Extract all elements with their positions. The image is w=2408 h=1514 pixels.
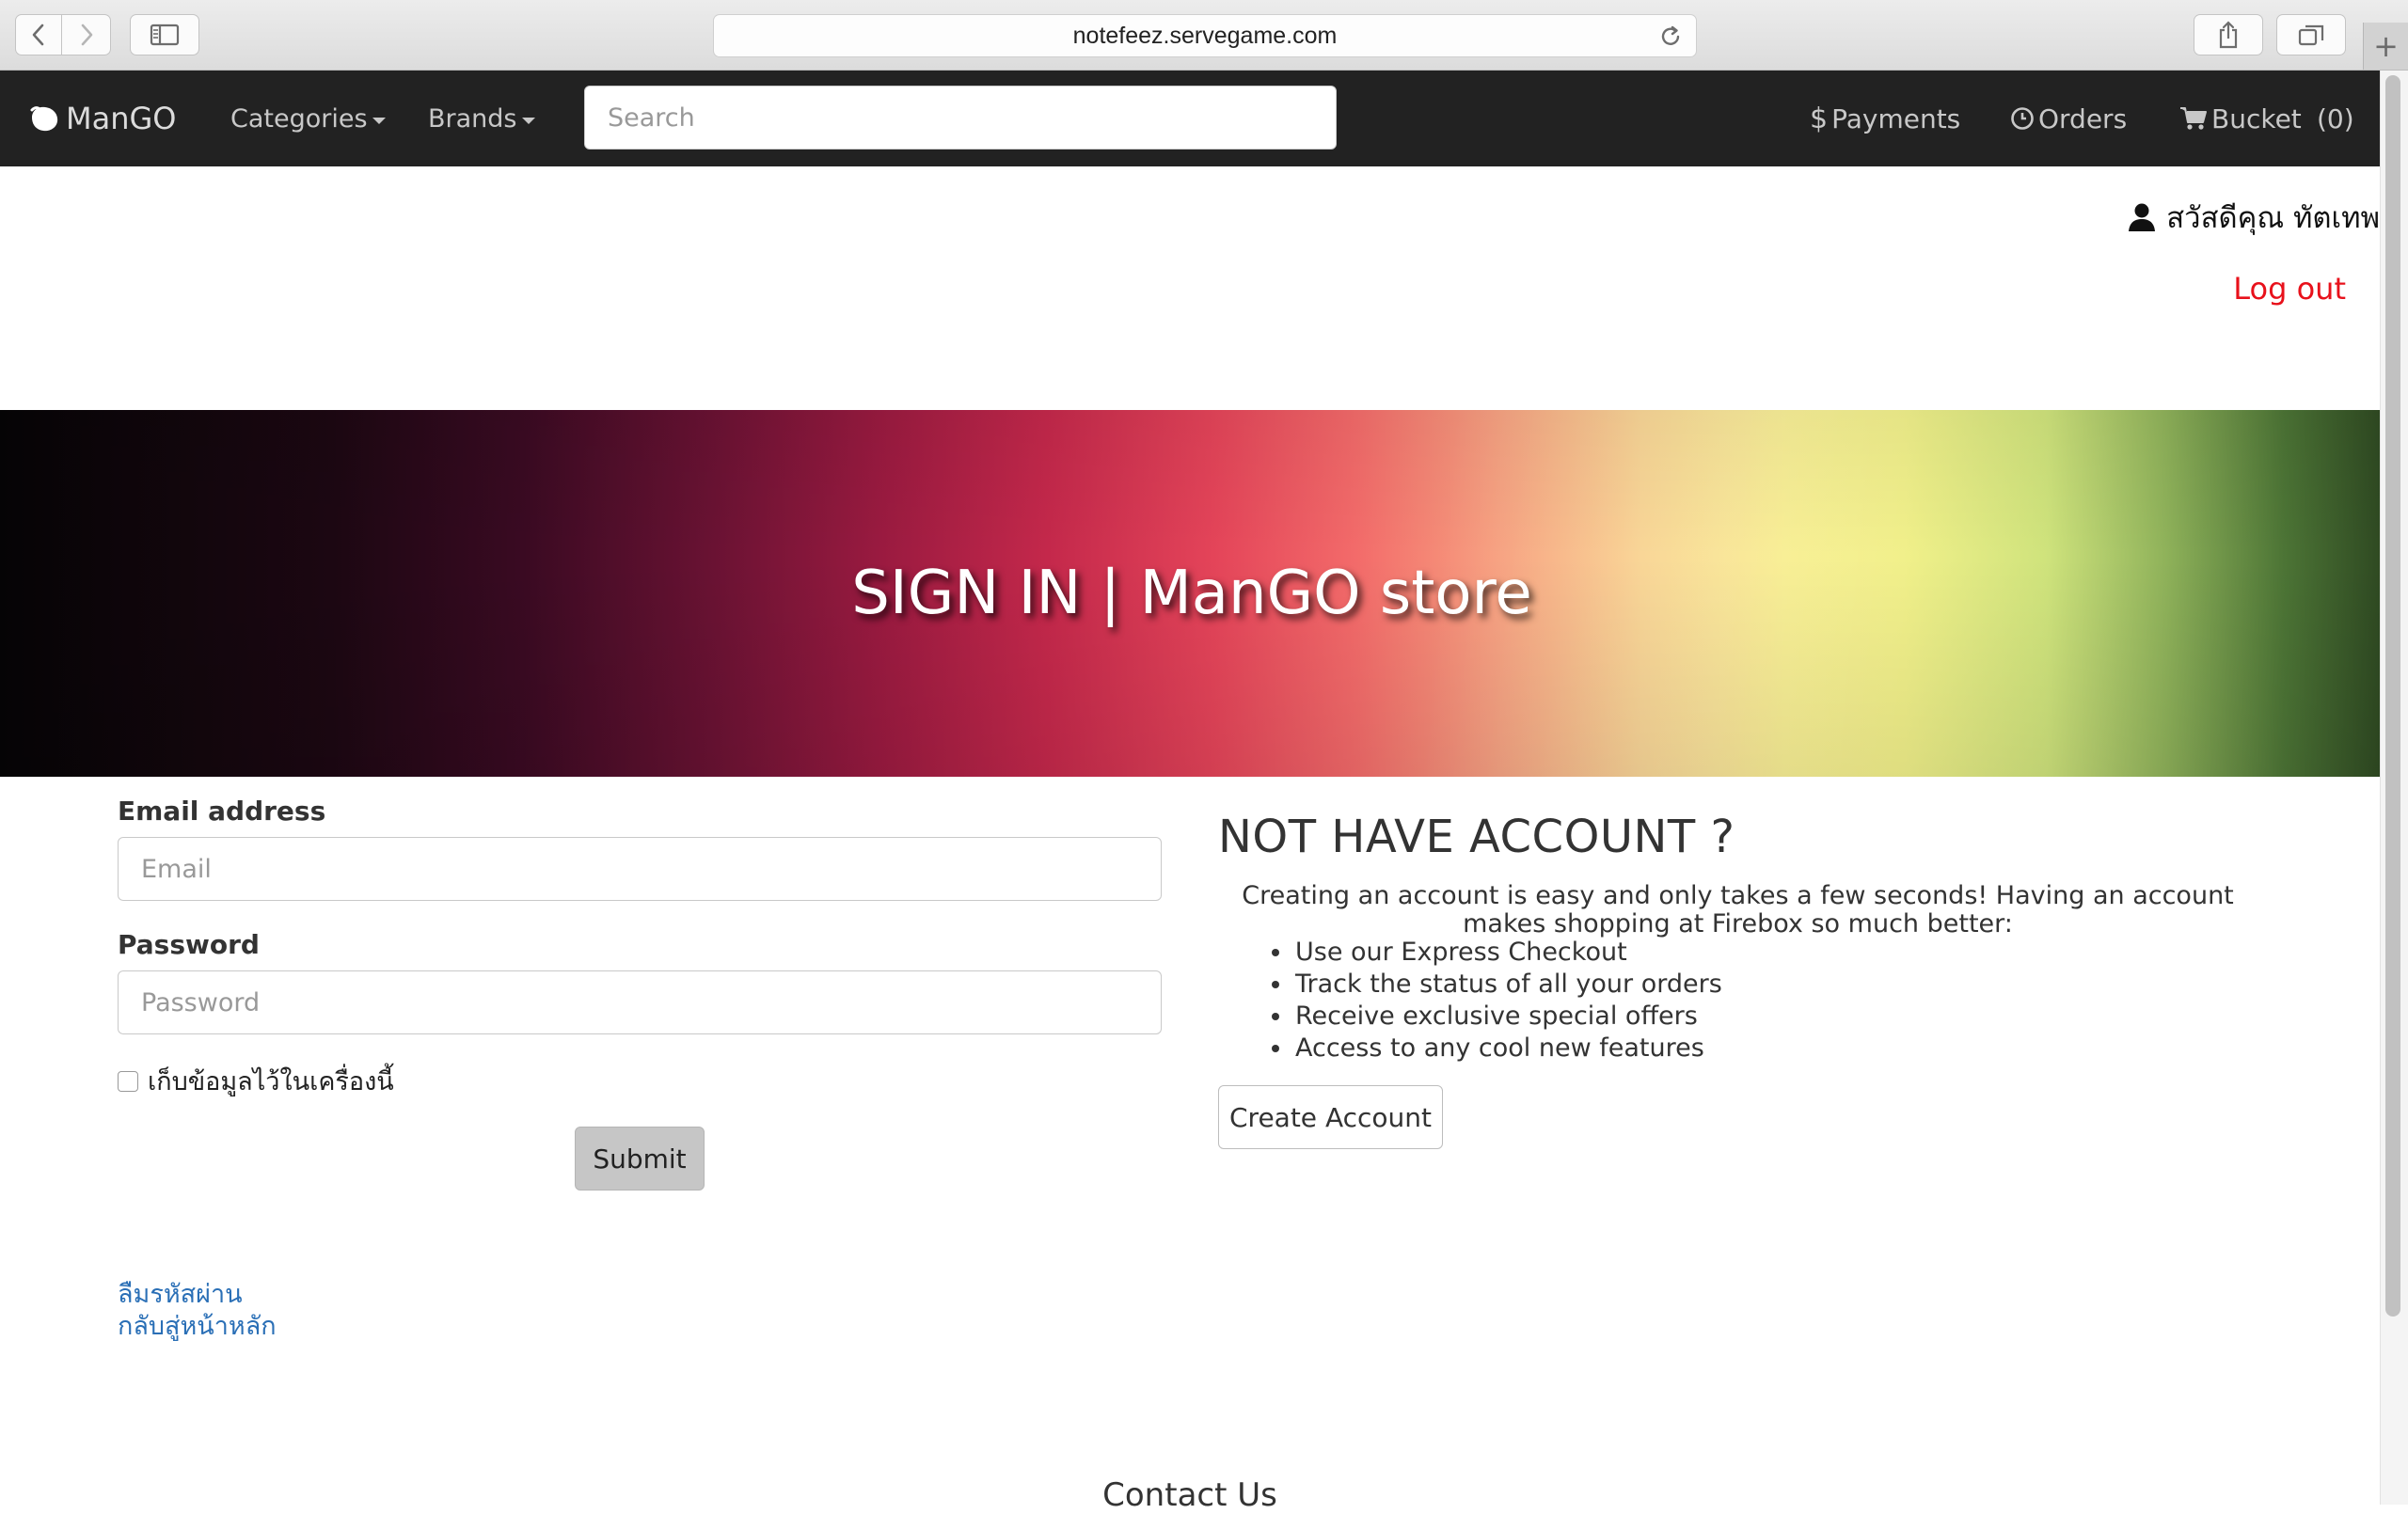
remember-me-checkbox[interactable] xyxy=(118,1070,138,1092)
list-item: Access to any cool new features xyxy=(1293,1033,1722,1065)
greeting-text: สวัสดีคุณ ทัตเทพ xyxy=(2166,201,2380,235)
email-field[interactable] xyxy=(118,837,1162,901)
url-text: notefeez.servegame.com xyxy=(1072,23,1338,49)
brands-dropdown[interactable]: Brands xyxy=(428,71,535,166)
list-item: Track the status of all your orders xyxy=(1293,969,1722,1001)
shopping-cart-icon xyxy=(2180,107,2207,130)
dollar-icon: $ xyxy=(1810,102,1829,135)
sidebar-icon xyxy=(150,24,180,46)
share-button[interactable] xyxy=(2194,14,2263,55)
logout-link[interactable]: Log out xyxy=(2233,271,2346,307)
browser-toolbar: notefeez.servegame.com + xyxy=(0,0,2408,71)
scrollbar-thumb[interactable] xyxy=(2385,75,2400,1317)
bucket-label: Bucket xyxy=(2211,103,2302,134)
forward-button[interactable] xyxy=(62,14,111,55)
search-input[interactable] xyxy=(584,86,1337,150)
share-icon xyxy=(2219,21,2238,49)
clock-icon xyxy=(2011,107,2034,130)
hero-banner: SIGN IN | ManGO store xyxy=(0,410,2380,777)
brand-link[interactable]: ManGO xyxy=(28,71,176,166)
chevron-right-icon xyxy=(81,24,92,46)
payments-link[interactable]: $ Payments xyxy=(1810,71,1960,166)
site-navbar: ManGO Categories Brands $Payments Orders… xyxy=(0,71,2380,166)
brands-label: Brands xyxy=(428,103,517,134)
sidebar-toggle-button[interactable] xyxy=(130,14,199,55)
chevron-left-icon xyxy=(32,24,44,46)
signup-description: Creating an account is easy and only tak… xyxy=(1242,881,2234,938)
caret-down-icon xyxy=(521,117,535,124)
signup-heading: NOT HAVE ACCOUNT ? xyxy=(1218,811,1735,863)
categories-label: Categories xyxy=(230,103,368,134)
payments-label: Payments xyxy=(1831,103,1961,134)
brand-name: ManGO xyxy=(66,101,177,136)
remember-me-label: เก็บข้อมูลไว้ในเครื่องนี้ xyxy=(148,1067,394,1096)
hero-title: SIGN IN | ManGO store xyxy=(851,559,1532,628)
show-tabs-button[interactable] xyxy=(2276,14,2346,55)
back-button[interactable] xyxy=(15,14,62,55)
password-field[interactable] xyxy=(118,970,1162,1034)
address-bar[interactable]: notefeez.servegame.com xyxy=(713,14,1697,57)
plus-icon: + xyxy=(2373,28,2399,64)
create-account-button[interactable]: Create Account xyxy=(1218,1085,1443,1149)
user-icon xyxy=(2129,203,2156,231)
bucket-link[interactable]: Bucket xyxy=(2179,71,2302,166)
signup-benefits-list: Use our Express Checkout Track the statu… xyxy=(1254,937,1722,1065)
back-to-home-link[interactable]: กลับสู่หน้าหลัก xyxy=(118,1305,277,1346)
email-label: Email address xyxy=(118,796,326,827)
password-label: Password xyxy=(118,929,260,960)
bucket-count-badge[interactable]: (0) xyxy=(2317,71,2354,166)
list-item: Receive exclusive special offers xyxy=(1293,1001,1722,1033)
list-item: Use our Express Checkout xyxy=(1293,937,1722,969)
contact-heading: Contact Us xyxy=(1102,1476,1277,1514)
new-tab-button[interactable]: + xyxy=(2363,23,2408,70)
reload-icon[interactable] xyxy=(1658,24,1683,50)
caret-down-icon xyxy=(372,117,386,124)
user-greeting: สวัสดีคุณ ทัตเทพ xyxy=(2127,194,2380,241)
submit-button[interactable]: Submit xyxy=(575,1127,705,1191)
mango-logo-icon xyxy=(30,106,58,132)
remember-me-row[interactable]: เก็บข้อมูลไว้ในเครื่องนี้ xyxy=(118,1061,394,1101)
orders-label: Orders xyxy=(2038,103,2128,134)
orders-link[interactable]: Orders xyxy=(2010,71,2127,166)
categories-dropdown[interactable]: Categories xyxy=(230,71,386,166)
tabs-overview-icon xyxy=(2298,24,2324,46)
